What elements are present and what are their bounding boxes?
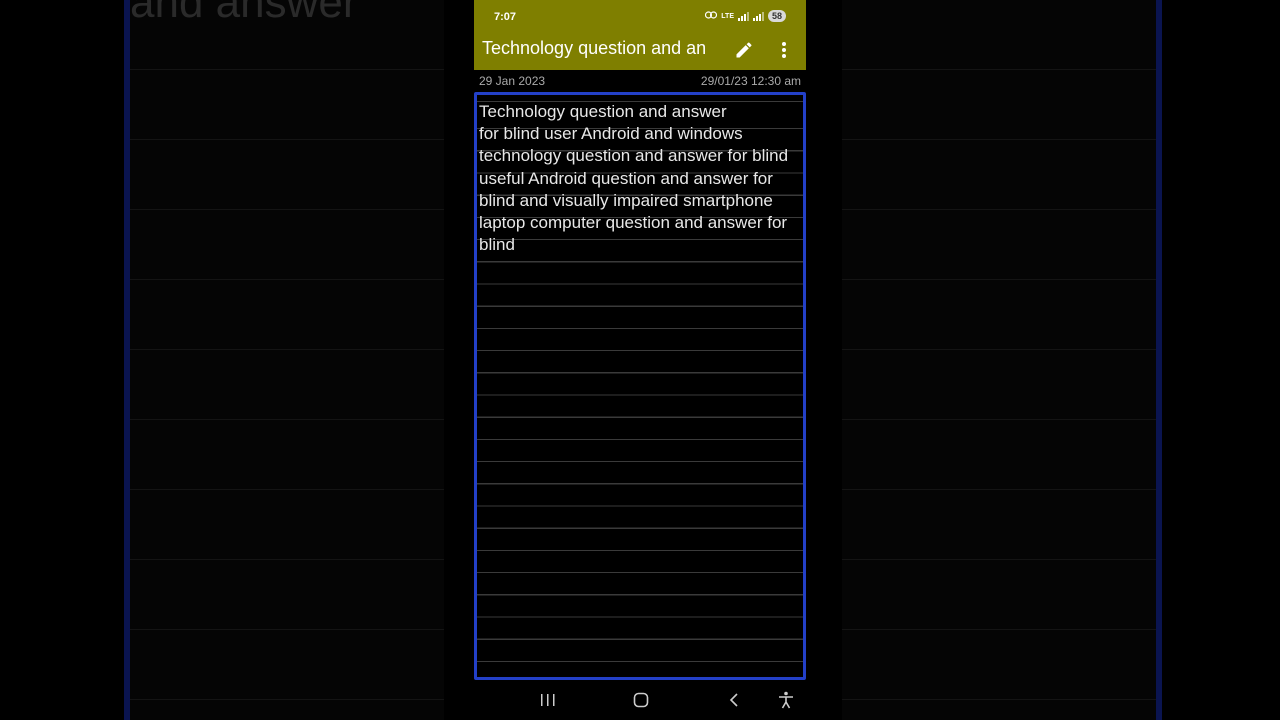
edit-button[interactable]: [730, 36, 758, 64]
home-icon: [633, 692, 649, 708]
background-panel-left: [124, 0, 444, 720]
overflow-menu-button[interactable]: [772, 36, 796, 64]
link-icon: [705, 11, 718, 21]
recents-icon: [541, 694, 555, 706]
note-modified: 29/01/23 12:30 am: [700, 74, 801, 88]
note-date: 29 Jan 2023: [479, 74, 546, 88]
more-vert-icon: [782, 42, 786, 58]
battery-icon: 58: [767, 10, 786, 22]
phone-screen: 7:07 LTE 58 Technology question and an 2…: [474, 0, 806, 720]
accessibility-icon: [779, 691, 793, 709]
background-right: [806, 0, 1280, 720]
note-editor[interactable]: Technology question and answer for blind…: [474, 92, 806, 680]
back-icon: [729, 693, 738, 707]
status-time: 7:07: [494, 11, 517, 23]
signal-icon-2: [752, 11, 764, 21]
note-meta: 29 Jan 2023 29/01/23 12:30 am: [474, 70, 806, 92]
status-bar: 7:07 LTE 58: [474, 0, 806, 34]
navigation-bar: [474, 680, 806, 720]
pencil-icon: [736, 42, 752, 58]
note-title: Technology question and an: [482, 38, 707, 58]
note-body[interactable]: Technology question and answer for blind…: [479, 101, 801, 256]
status-icons: LTE 58: [705, 10, 786, 22]
network-type: LTE: [721, 12, 734, 20]
accessibility-button[interactable]: [772, 688, 800, 712]
background-panel-right: [842, 0, 1162, 720]
back-button[interactable]: [720, 688, 748, 712]
home-button[interactable]: [627, 688, 655, 712]
recents-button[interactable]: [534, 688, 562, 712]
background-ghost-text: and answer: [130, 0, 358, 27]
app-header: 7:07 LTE 58 Technology question and an: [474, 0, 806, 70]
signal-icon: [737, 11, 749, 21]
background-left: and answer: [0, 0, 474, 720]
